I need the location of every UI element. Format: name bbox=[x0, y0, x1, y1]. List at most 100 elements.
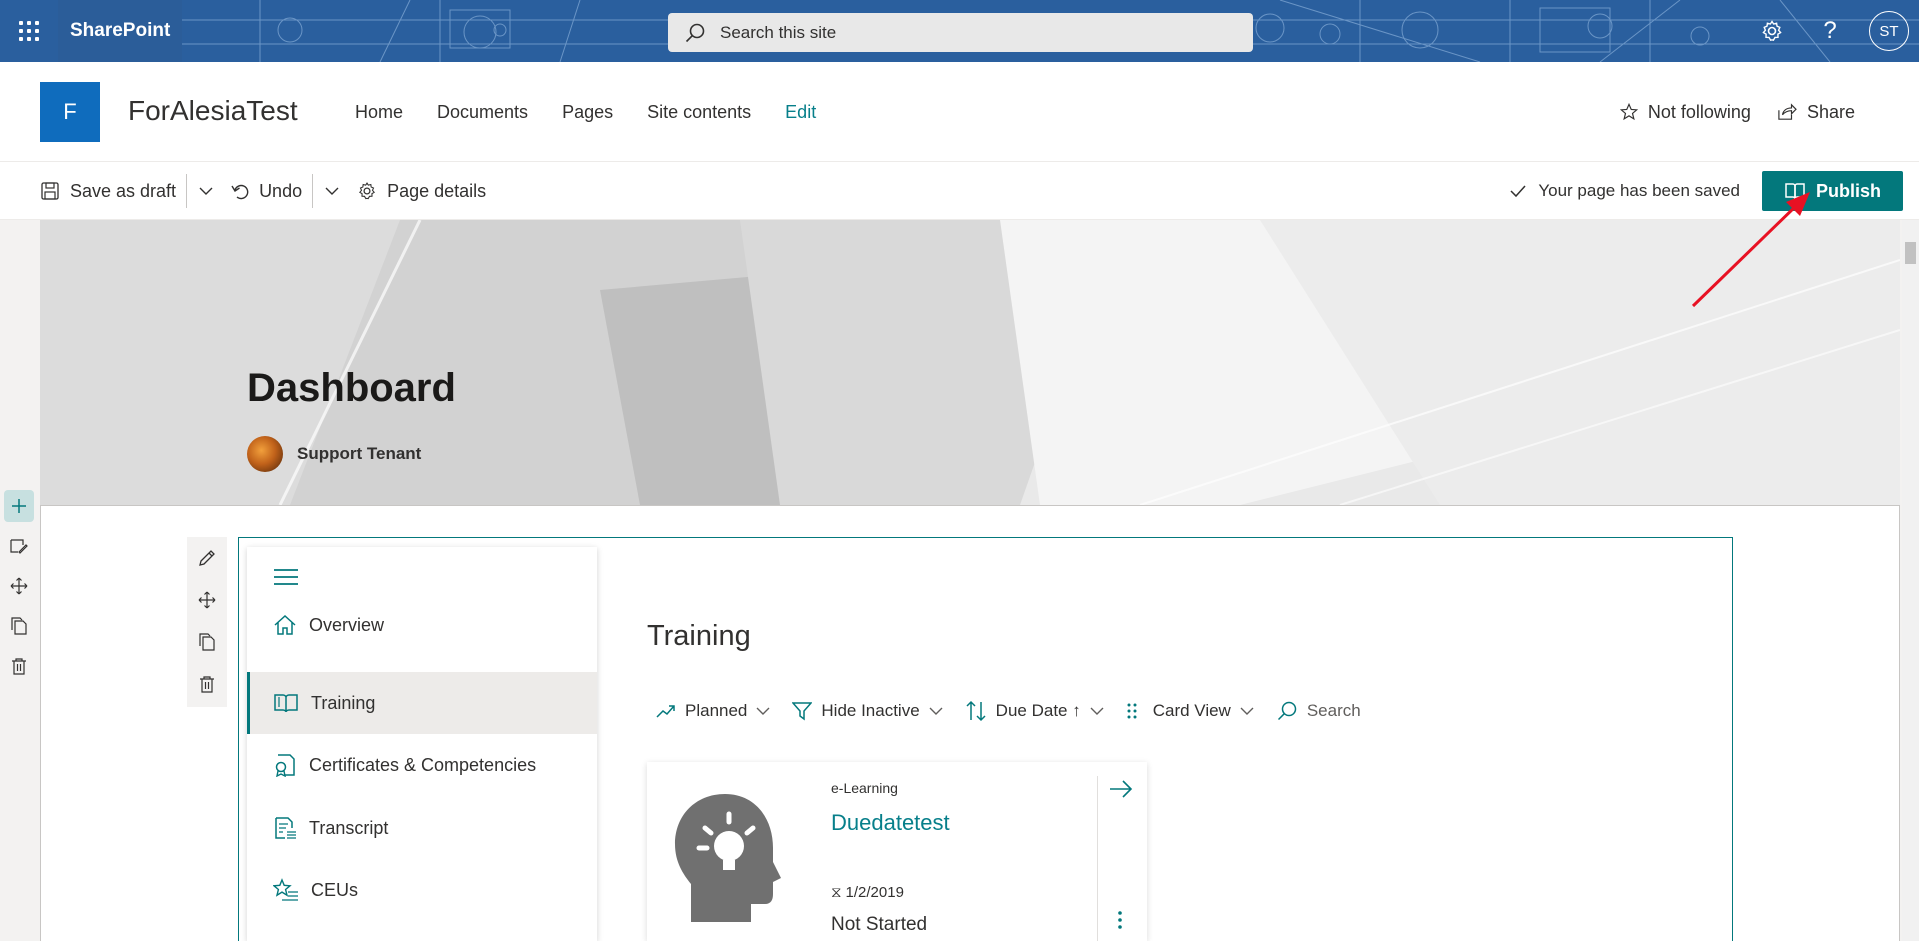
nav-item-label: Overview bbox=[309, 614, 385, 635]
transcript-icon bbox=[275, 817, 296, 839]
scrollbar-thumb[interactable] bbox=[1905, 242, 1916, 264]
webpart-toolbar bbox=[187, 537, 227, 707]
settings-button[interactable] bbox=[1743, 0, 1801, 62]
site-actions: Not following Share bbox=[1619, 62, 1855, 162]
add-section-button[interactable] bbox=[4, 490, 34, 522]
page-details-button[interactable]: Page details bbox=[357, 181, 486, 202]
site-title[interactable]: ForAlesiaTest bbox=[128, 95, 298, 127]
page-title[interactable]: Dashboard bbox=[247, 366, 456, 411]
home-icon bbox=[274, 614, 296, 635]
divider bbox=[312, 174, 314, 208]
due-date-label: Due Date ↑ bbox=[995, 701, 1081, 720]
hide-inactive-filter[interactable]: Hide Inactive bbox=[792, 701, 943, 721]
card-type-label: e-Learning bbox=[831, 780, 898, 796]
chevron-down-icon bbox=[756, 707, 770, 715]
page-scrollbar[interactable] bbox=[1902, 220, 1919, 941]
author-byline: Support Tenant bbox=[247, 436, 421, 472]
nav-item-label: Certificates & Competencies bbox=[309, 754, 537, 775]
nav-item-training[interactable]: Training bbox=[247, 672, 597, 734]
search-icon bbox=[1277, 701, 1297, 721]
nav-item-label: Transcript bbox=[309, 817, 389, 838]
suite-right-actions: ? ST bbox=[1743, 0, 1919, 62]
title-region[interactable]: Dashboard Support Tenant bbox=[40, 220, 1900, 505]
nav-home[interactable]: Home bbox=[355, 102, 403, 123]
planned-filter-label: Planned bbox=[685, 701, 748, 720]
pencil-icon bbox=[199, 550, 215, 566]
user-avatar[interactable]: ST bbox=[1869, 11, 1909, 51]
move-section-button[interactable] bbox=[4, 570, 34, 602]
delete-webpart-button[interactable] bbox=[187, 663, 227, 705]
follow-button[interactable]: Not following bbox=[1619, 102, 1751, 123]
training-nav-panel: Overview Training Certificates & Compete… bbox=[247, 547, 597, 941]
due-date-sort[interactable]: Due Date ↑ bbox=[965, 700, 1104, 722]
save-icon bbox=[41, 182, 59, 200]
gear-icon bbox=[359, 182, 376, 200]
chevron-down-icon bbox=[929, 707, 943, 715]
chevron-down-icon bbox=[1090, 707, 1104, 715]
plus-icon bbox=[12, 499, 26, 513]
card-view-selector[interactable]: Card View bbox=[1126, 701, 1254, 721]
trend-up-icon bbox=[656, 705, 675, 718]
chevron-down-icon bbox=[325, 187, 339, 195]
save-as-draft-label: Save as draft bbox=[70, 180, 177, 201]
move-webpart-button[interactable] bbox=[187, 579, 227, 621]
nav-item-transcript[interactable]: Transcript bbox=[247, 797, 597, 859]
trash-icon bbox=[12, 658, 26, 675]
training-search[interactable]: Search bbox=[1276, 700, 1361, 722]
share-button[interactable]: Share bbox=[1777, 102, 1855, 123]
save-as-draft-button[interactable]: Save as draft bbox=[40, 181, 176, 202]
card-date-text: 1/2/2019 bbox=[845, 884, 904, 901]
share-icon bbox=[1778, 103, 1797, 120]
nav-edit[interactable]: Edit bbox=[785, 102, 816, 123]
training-search-placeholder: Search bbox=[1306, 701, 1361, 720]
sort-icon bbox=[966, 700, 986, 722]
chevron-down-icon bbox=[199, 187, 213, 195]
save-options-dropdown[interactable] bbox=[197, 186, 215, 196]
site-search-box[interactable] bbox=[668, 13, 1253, 52]
site-logo[interactable]: F bbox=[40, 82, 100, 142]
suite-brand[interactable]: SharePoint bbox=[58, 0, 182, 62]
publish-label: Publish bbox=[1815, 180, 1881, 201]
card-status: Not Started bbox=[831, 914, 928, 935]
nav-item-overview[interactable]: Overview bbox=[247, 594, 597, 656]
undo-options-dropdown[interactable] bbox=[323, 186, 341, 196]
star-list-icon bbox=[273, 878, 298, 901]
nav-site-contents[interactable]: Site contents bbox=[647, 102, 751, 123]
app-launcher-icon bbox=[19, 21, 39, 41]
help-icon: ? bbox=[1823, 17, 1837, 44]
suite-bar: SharePoint ? ST bbox=[0, 0, 1919, 62]
copy-icon bbox=[11, 617, 27, 635]
copy-icon bbox=[199, 633, 215, 651]
training-card[interactable]: e-Learning Duedatetest ⧖ 1/2/2019 Not St… bbox=[647, 762, 1147, 941]
share-label: Share bbox=[1806, 101, 1855, 122]
card-title-link[interactable]: Duedatetest bbox=[831, 810, 950, 836]
gear-icon bbox=[1762, 20, 1782, 42]
app-launcher-button[interactable] bbox=[0, 0, 58, 62]
hamburger-menu-icon[interactable] bbox=[273, 567, 299, 587]
training-filter-bar: Planned Hide Inactive Due Date ↑ Card Vi… bbox=[656, 700, 1361, 722]
undo-button[interactable]: Undo bbox=[231, 181, 302, 202]
more-options-icon[interactable] bbox=[1117, 910, 1123, 930]
edit-section-button[interactable] bbox=[4, 530, 34, 562]
card-view-label: Card View bbox=[1152, 701, 1231, 720]
star-icon bbox=[1619, 103, 1638, 121]
site-header: F ForAlesiaTest Home Documents Pages Sit… bbox=[0, 62, 1919, 162]
arrow-right-icon[interactable] bbox=[1109, 780, 1133, 798]
author-avatar bbox=[247, 436, 283, 472]
delete-section-button[interactable] bbox=[4, 650, 34, 682]
trash-icon bbox=[200, 676, 214, 693]
site-navigation: Home Documents Pages Site contents Edit bbox=[355, 62, 816, 162]
planned-filter[interactable]: Planned bbox=[656, 701, 770, 721]
search-input[interactable] bbox=[720, 22, 1200, 43]
nav-item-ceus[interactable]: CEUs bbox=[247, 859, 597, 921]
grid-dots-icon bbox=[1127, 703, 1137, 719]
nav-item-certificates[interactable]: Certificates & Competencies bbox=[247, 734, 597, 796]
edit-webpart-button[interactable] bbox=[187, 537, 227, 579]
help-button[interactable]: ? bbox=[1801, 0, 1859, 62]
nav-item-label: CEUs bbox=[311, 879, 359, 900]
duplicate-section-button[interactable] bbox=[4, 610, 34, 642]
nav-pages[interactable]: Pages bbox=[562, 102, 613, 123]
nav-documents[interactable]: Documents bbox=[437, 102, 528, 123]
edit-section-icon bbox=[10, 539, 28, 554]
duplicate-webpart-button[interactable] bbox=[187, 621, 227, 663]
